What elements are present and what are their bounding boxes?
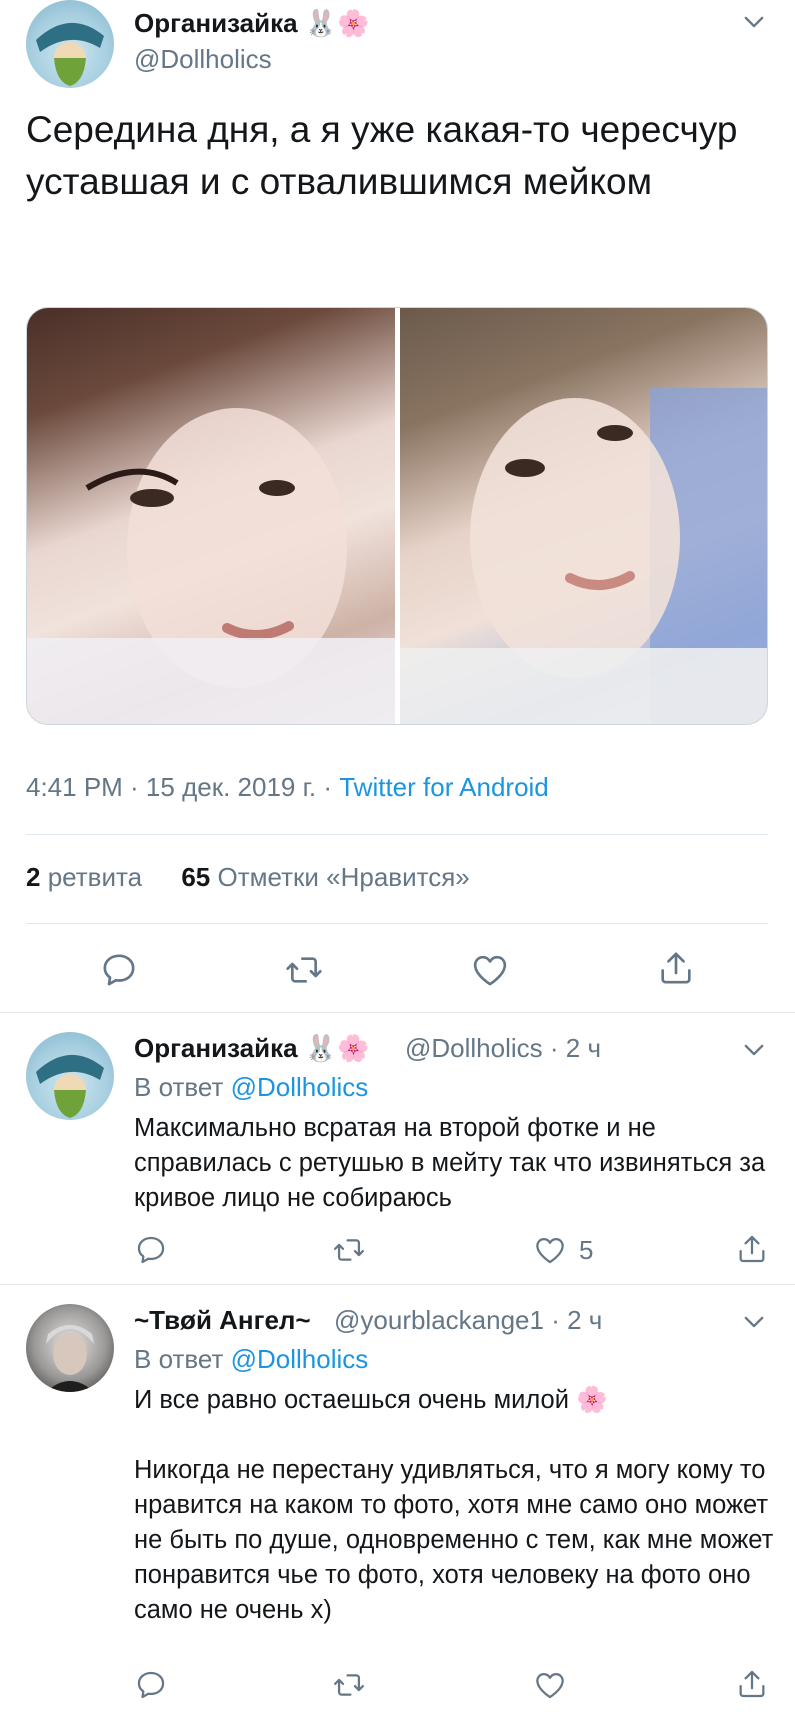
like-count: 65 <box>181 862 211 892</box>
divider <box>0 1284 795 1285</box>
retweet-icon[interactable] <box>332 1233 366 1267</box>
like-count: 5 <box>579 1234 594 1265</box>
heart-icon[interactable] <box>470 950 510 990</box>
reply-text: И все равно остаешься очень милой 🌸 Нико… <box>134 1386 774 1624</box>
retweet-stat[interactable]: 2 ретвита <box>26 862 142 892</box>
avatar[interactable] <box>26 1032 114 1120</box>
tweet-timestamp: 4:41 PM · 15 дек. 2019 г. · Twitter for … <box>26 772 549 803</box>
photo-2[interactable] <box>400 308 767 724</box>
retweet-label: ретвита <box>47 862 143 892</box>
reply-author-name[interactable]: Организайка 🐰🌸 <box>134 1033 370 1064</box>
like-label: Отметки «Нравится» <box>217 862 470 892</box>
like-action[interactable]: 5 <box>533 1233 593 1267</box>
retweet-icon[interactable] <box>284 950 324 990</box>
reply-text: Максимально всратая на второй фотке и не… <box>134 1114 766 1212</box>
reply-icon[interactable] <box>99 950 139 990</box>
divider <box>26 923 768 924</box>
timestamp-text: 4:41 PM · 15 дек. 2019 г. · <box>26 772 340 802</box>
heart-icon <box>533 1233 567 1267</box>
reply-icon[interactable] <box>134 1233 168 1267</box>
reply-to-link[interactable]: @Dollholics <box>231 1344 369 1374</box>
source-link[interactable]: Twitter for Android <box>339 772 549 802</box>
author-handle[interactable]: @Dollholics <box>134 44 272 75</box>
avatar[interactable] <box>26 1304 114 1392</box>
like-stat[interactable]: 65 Отметки «Нравится» <box>181 862 469 892</box>
divider <box>0 1012 795 1013</box>
heart-icon[interactable] <box>533 1668 567 1702</box>
divider <box>26 834 768 835</box>
photo-1[interactable] <box>27 308 395 724</box>
retweet-icon[interactable] <box>332 1668 366 1702</box>
reply-icon[interactable] <box>134 1668 168 1702</box>
reply-prefix: В ответ <box>134 1344 231 1374</box>
retweet-count: 2 <box>26 862 41 892</box>
share-icon[interactable] <box>735 1232 769 1266</box>
reply-context: В ответ @Dollholics <box>134 1344 368 1375</box>
tweet-text: Середина дня, а я уже какая-то чересчур … <box>26 109 738 202</box>
share-icon[interactable] <box>735 1667 769 1701</box>
reply-context: В ответ @Dollholics <box>134 1072 368 1103</box>
author-name[interactable]: Организайка 🐰🌸 <box>134 8 370 39</box>
reply-author-handle[interactable]: @yourblackange1 · 2 ч <box>334 1305 602 1336</box>
chevron-down-icon[interactable] <box>740 1308 768 1336</box>
reply-author-handle[interactable]: @Dollholics · 2 ч <box>405 1033 601 1064</box>
media-grid <box>26 307 768 725</box>
chevron-down-icon[interactable] <box>740 8 768 36</box>
chevron-down-icon[interactable] <box>740 1036 768 1064</box>
reply-to-link[interactable]: @Dollholics <box>231 1072 369 1102</box>
avatar[interactable] <box>26 0 114 88</box>
reply-prefix: В ответ <box>134 1072 231 1102</box>
engagement-stats: 2 ретвита 65 Отметки «Нравится» <box>26 862 470 893</box>
reply-author-name[interactable]: ~Твøй Ангел~ <box>134 1305 311 1336</box>
share-icon[interactable] <box>656 948 696 988</box>
